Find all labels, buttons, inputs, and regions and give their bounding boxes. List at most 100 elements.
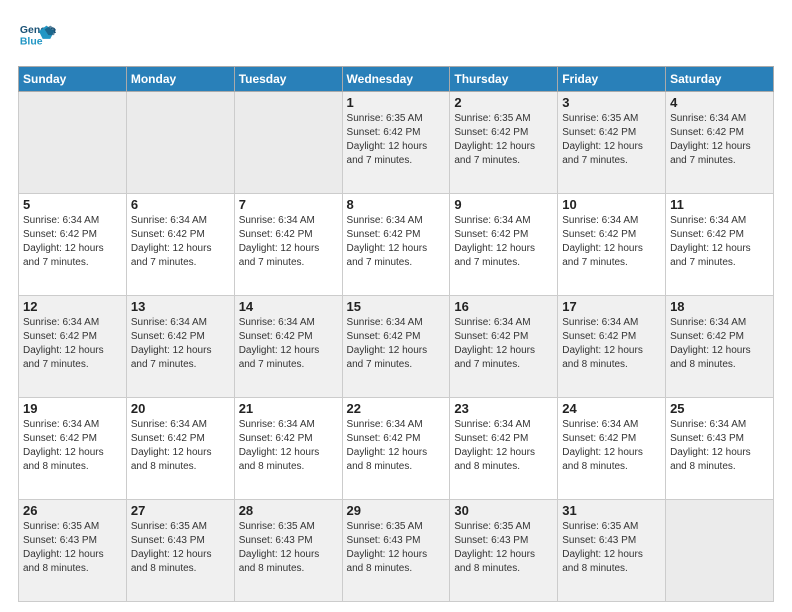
calendar-cell: 29Sunrise: 6:35 AM Sunset: 6:43 PM Dayli… [342, 500, 450, 602]
day-number: 9 [454, 197, 553, 212]
day-number: 15 [347, 299, 446, 314]
day-info: Sunrise: 6:34 AM Sunset: 6:42 PM Dayligh… [347, 214, 446, 270]
calendar-cell: 9 Sunrise: 6:34 AM Sunset: 6:42 PM Daylig… [450, 194, 558, 296]
calendar-cell: 11 Sunrise: 6:34 AM Sunset: 6:42 PM Dayli… [666, 194, 774, 296]
day-number: 16 [454, 299, 553, 314]
day-number: 30 [454, 503, 553, 518]
day-number: 22 [347, 401, 446, 416]
calendar-cell: 18Sunrise: 6:34 AM Sunset: 6:42 PM Dayli… [666, 296, 774, 398]
calendar-cell: 4 Sunrise: 6:34 AM Sunset: 6:42 PM Daylig… [666, 92, 774, 194]
day-number: 2 [454, 95, 553, 110]
generalblue-logo-icon: General Blue [18, 18, 56, 56]
day-number: 24 [562, 401, 661, 416]
day-number: 10 [562, 197, 661, 212]
day-info: Sunrise: 6:34 AM Sunset: 6:43 PM Dayligh… [670, 418, 769, 474]
calendar-cell: 22 Sunrise: 6:34 AM Sunset: 6:42 PM Dayli… [342, 398, 450, 500]
day-info: Sunrise: 6:34 AM Sunset: 6:42 PM Dayligh… [239, 418, 338, 474]
day-info: Sunrise: 6:35 AM Sunset: 6:43 PM Dayligh… [23, 520, 122, 576]
day-number: 6 [131, 197, 230, 212]
day-number: 18 [670, 299, 769, 314]
calendar-cell: 20 Sunrise: 6:34 AM Sunset: 6:42 PM Dayli… [126, 398, 234, 500]
day-number: 26 [23, 503, 122, 518]
day-info: Sunrise: 6:34 AM Sunset: 6:42 PM Dayligh… [131, 418, 230, 474]
day-number: 4 [670, 95, 769, 110]
calendar-cell: 28 Sunrise: 6:35 AM Sunset: 6:43 PM Dayli… [234, 500, 342, 602]
day-info: Sunrise: 6:34 AM Sunset: 6:42 PM Dayligh… [23, 316, 122, 372]
header: General Blue [18, 18, 774, 56]
calendar-cell [234, 92, 342, 194]
day-info: Sunrise: 6:34 AM Sunset: 6:42 PM Dayligh… [239, 316, 338, 372]
calendar-cell: 15Sunrise: 6:34 AM Sunset: 6:42 PM Dayli… [342, 296, 450, 398]
calendar-cell [666, 500, 774, 602]
day-info: Sunrise: 6:35 AM Sunset: 6:42 PM Dayligh… [454, 112, 553, 168]
calendar-week-row: 26 Sunrise: 6:35 AM Sunset: 6:43 PM Dayli… [19, 500, 774, 602]
calendar-week-row: 12 Sunrise: 6:34 AM Sunset: 6:42 PM Dayli… [19, 296, 774, 398]
calendar-cell: 10 Sunrise: 6:34 AM Sunset: 6:42 PM Dayli… [558, 194, 666, 296]
weekday-header-row: SundayMondayTuesdayWednesdayThursdayFrid… [19, 67, 774, 92]
day-number: 28 [239, 503, 338, 518]
day-info: Sunrise: 6:34 AM Sunset: 6:42 PM Dayligh… [23, 418, 122, 474]
calendar-cell: 6Sunrise: 6:34 AM Sunset: 6:42 PM Daylig… [126, 194, 234, 296]
calendar: SundayMondayTuesdayWednesdayThursdayFrid… [18, 66, 774, 602]
day-info: Sunrise: 6:35 AM Sunset: 6:42 PM Dayligh… [562, 112, 661, 168]
day-info: Sunrise: 6:34 AM Sunset: 6:42 PM Dayligh… [239, 214, 338, 270]
day-number: 13 [131, 299, 230, 314]
day-info: Sunrise: 6:35 AM Sunset: 6:43 PM Dayligh… [454, 520, 553, 576]
day-info: Sunrise: 6:34 AM Sunset: 6:42 PM Dayligh… [347, 418, 446, 474]
day-info: Sunrise: 6:35 AM Sunset: 6:43 PM Dayligh… [131, 520, 230, 576]
day-number: 14 [239, 299, 338, 314]
calendar-week-row: 5 Sunrise: 6:34 AM Sunset: 6:42 PM Daylig… [19, 194, 774, 296]
day-number: 5 [23, 197, 122, 212]
day-number: 17 [562, 299, 661, 314]
day-number: 25 [670, 401, 769, 416]
day-number: 27 [131, 503, 230, 518]
day-number: 11 [670, 197, 769, 212]
day-info: Sunrise: 6:34 AM Sunset: 6:42 PM Dayligh… [562, 418, 661, 474]
day-info: Sunrise: 6:35 AM Sunset: 6:42 PM Dayligh… [347, 112, 446, 168]
day-info: Sunrise: 6:35 AM Sunset: 6:43 PM Dayligh… [562, 520, 661, 576]
weekday-header-friday: Friday [558, 67, 666, 92]
calendar-cell: 24 Sunrise: 6:34 AM Sunset: 6:42 PM Dayli… [558, 398, 666, 500]
svg-text:Blue: Blue [20, 37, 43, 48]
weekday-header-monday: Monday [126, 67, 234, 92]
calendar-cell: 26 Sunrise: 6:35 AM Sunset: 6:43 PM Dayli… [19, 500, 127, 602]
calendar-cell: 30 Sunrise: 6:35 AM Sunset: 6:43 PM Dayli… [450, 500, 558, 602]
calendar-cell: 12 Sunrise: 6:34 AM Sunset: 6:42 PM Dayli… [19, 296, 127, 398]
calendar-week-row: 19 Sunrise: 6:34 AM Sunset: 6:42 PM Dayli… [19, 398, 774, 500]
day-info: Sunrise: 6:34 AM Sunset: 6:42 PM Dayligh… [562, 316, 661, 372]
logo: General Blue [18, 18, 62, 56]
day-number: 12 [23, 299, 122, 314]
calendar-cell: 25 Sunrise: 6:34 AM Sunset: 6:43 PM Dayli… [666, 398, 774, 500]
calendar-cell: 23Sunrise: 6:34 AM Sunset: 6:42 PM Dayli… [450, 398, 558, 500]
weekday-header-wednesday: Wednesday [342, 67, 450, 92]
weekday-header-sunday: Sunday [19, 67, 127, 92]
day-info: Sunrise: 6:34 AM Sunset: 6:42 PM Dayligh… [23, 214, 122, 270]
calendar-cell: 16 Sunrise: 6:34 AM Sunset: 6:42 PM Dayli… [450, 296, 558, 398]
day-number: 8 [347, 197, 446, 212]
day-number: 23 [454, 401, 553, 416]
calendar-cell [19, 92, 127, 194]
calendar-cell: 13Sunrise: 6:34 AM Sunset: 6:42 PM Dayli… [126, 296, 234, 398]
day-info: Sunrise: 6:34 AM Sunset: 6:42 PM Dayligh… [670, 214, 769, 270]
calendar-cell: 5 Sunrise: 6:34 AM Sunset: 6:42 PM Daylig… [19, 194, 127, 296]
day-info: Sunrise: 6:35 AM Sunset: 6:43 PM Dayligh… [239, 520, 338, 576]
calendar-cell: 19 Sunrise: 6:34 AM Sunset: 6:42 PM Dayli… [19, 398, 127, 500]
calendar-cell: 31Sunrise: 6:35 AM Sunset: 6:43 PM Dayli… [558, 500, 666, 602]
calendar-cell: 8 Sunrise: 6:34 AM Sunset: 6:42 PM Daylig… [342, 194, 450, 296]
calendar-cell: 21Sunrise: 6:34 AM Sunset: 6:42 PM Dayli… [234, 398, 342, 500]
calendar-cell: 27 Sunrise: 6:35 AM Sunset: 6:43 PM Dayli… [126, 500, 234, 602]
day-number: 1 [347, 95, 446, 110]
day-info: Sunrise: 6:34 AM Sunset: 6:42 PM Dayligh… [670, 112, 769, 168]
calendar-cell: 2 Sunrise: 6:35 AM Sunset: 6:42 PM Daylig… [450, 92, 558, 194]
day-info: Sunrise: 6:34 AM Sunset: 6:42 PM Dayligh… [454, 316, 553, 372]
day-info: Sunrise: 6:34 AM Sunset: 6:42 PM Dayligh… [562, 214, 661, 270]
page: General Blue SundayMondayTuesdayWednesda… [0, 0, 792, 612]
day-number: 20 [131, 401, 230, 416]
calendar-cell: 3Sunrise: 6:35 AM Sunset: 6:42 PM Daylig… [558, 92, 666, 194]
day-number: 19 [23, 401, 122, 416]
day-info: Sunrise: 6:35 AM Sunset: 6:43 PM Dayligh… [347, 520, 446, 576]
calendar-cell: 14 Sunrise: 6:34 AM Sunset: 6:42 PM Dayli… [234, 296, 342, 398]
day-info: Sunrise: 6:34 AM Sunset: 6:42 PM Dayligh… [454, 214, 553, 270]
calendar-cell: 7Sunrise: 6:34 AM Sunset: 6:42 PM Daylig… [234, 194, 342, 296]
calendar-week-row: 1 Sunrise: 6:35 AM Sunset: 6:42 PM Daylig… [19, 92, 774, 194]
